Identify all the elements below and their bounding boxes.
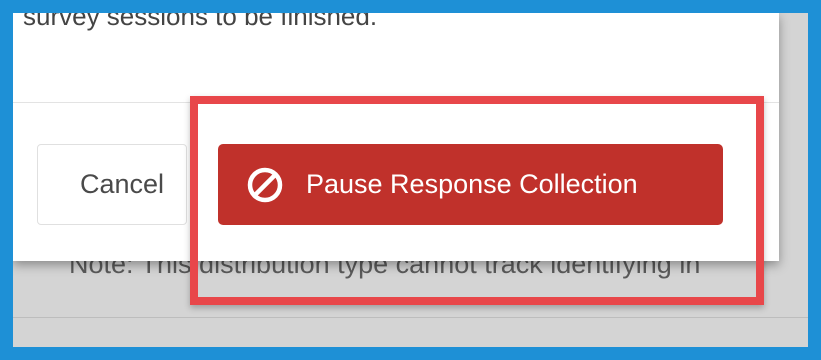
screenshot-frame: Note: This distribution type cannot trac… (13, 13, 808, 347)
dialog-divider (13, 102, 779, 103)
pause-response-collection-button[interactable]: Pause Response Collection (218, 144, 723, 225)
cancel-button[interactable]: Cancel (37, 144, 187, 225)
background-divider (13, 317, 808, 318)
pause-button-label: Pause Response Collection (306, 169, 638, 199)
dialog-message: survey sessions to be finished. (23, 13, 378, 31)
pause-dialog: survey sessions to be finished. Cancel P… (13, 13, 779, 261)
no-entry-circle-icon (246, 166, 284, 204)
